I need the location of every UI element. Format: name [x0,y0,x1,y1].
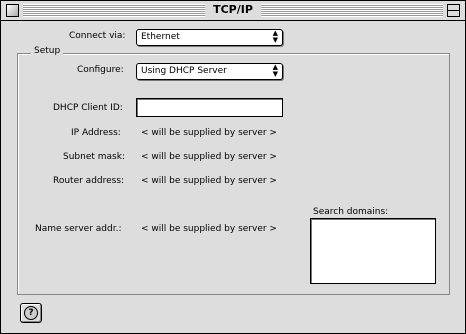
connect-via-popup[interactable]: Ethernet ▲ ▼ [136,29,283,46]
configure-value: Using DHCP Server [141,66,227,76]
dhcp-client-id-label: DHCP Client ID: [53,103,123,113]
configure-label: Configure: [77,65,124,75]
search-domains-label: Search domains: [313,207,389,217]
subnet-mask-label: Subnet mask: [63,152,125,162]
router-address-value: < will be supplied by server > [141,176,277,186]
ip-address-value: < will be supplied by server > [141,128,277,138]
window-title: TCP/IP [205,2,261,18]
connect-via-label: Connect via: [69,31,126,41]
name-server-value: < will be supplied by server > [141,224,277,234]
title-bar[interactable]: TCP/IP [1,1,465,21]
help-button[interactable]: ? [20,303,42,323]
dhcp-client-id-field[interactable] [136,98,283,117]
configure-popup[interactable]: Using DHCP Server ▲ ▼ [136,63,283,80]
collapse-box-icon[interactable] [447,4,460,17]
popup-arrows-icon: ▲ ▼ [272,29,278,44]
setup-group-label: Setup [31,46,64,56]
search-domains-field[interactable] [310,218,436,284]
subnet-mask-value: < will be supplied by server > [141,152,277,162]
ip-address-label: IP Address: [71,128,121,138]
close-box-icon[interactable] [6,4,19,17]
connect-via-value: Ethernet [141,32,180,42]
help-icon: ? [24,306,38,320]
tcpip-window: TCP/IP Connect via: Ethernet ▲ ▼ Setup Co… [0,0,466,334]
name-server-label: Name server addr.: [35,224,122,234]
router-address-label: Router address: [53,176,125,186]
collapse-line [448,10,459,11]
popup-arrows-icon: ▲ ▼ [272,63,278,78]
